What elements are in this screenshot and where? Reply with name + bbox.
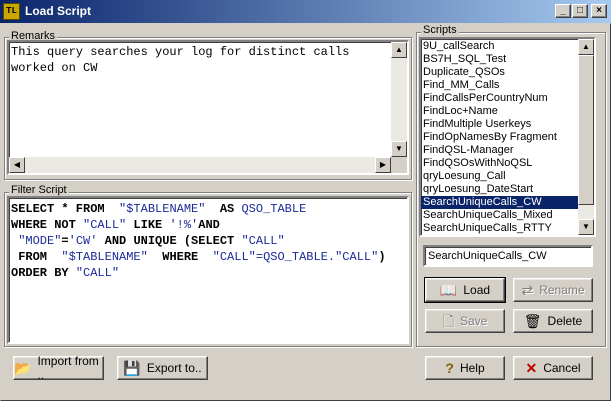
script-list-item[interactable]: qryLoesung_DateStart (421, 183, 579, 196)
sql-token: = (61, 234, 69, 248)
sql-token: AND UNIQUE (SELECT (97, 234, 242, 248)
remarks-scroll-left-icon[interactable]: ◀ (9, 157, 25, 173)
help-icon: ? (445, 360, 454, 376)
filter-label: Filter Script (9, 184, 69, 196)
floppy-disk-icon: 💾 (123, 360, 141, 376)
script-list-item[interactable]: Find_MM_Calls (421, 79, 579, 92)
sql-line: ORDER BY "CALL" (11, 265, 407, 281)
minimize-button[interactable]: _ (555, 4, 571, 18)
cancel-button[interactable]: ✕ Cancel (513, 356, 593, 380)
export-button[interactable]: 💾 Export to.. (117, 356, 208, 380)
sql-token: "$TABLENAME" (61, 250, 148, 264)
open-folder-icon: 📂 (14, 360, 32, 376)
filter-script-editor[interactable]: SELECT * FROM "$TABLENAME" AS QSO_TABLE W… (7, 196, 409, 344)
sql-token: WHERE (147, 250, 213, 264)
script-list-item[interactable]: FindLoc+Name (421, 105, 579, 118)
script-list: 9U_callSearch BS7H_SQL_Test Duplicate_QSOs… (421, 40, 579, 235)
title-bar[interactable]: TL Load Script _ □ × (0, 0, 611, 23)
script-list-item[interactable]: SearchUniqueCalls_Mixed (421, 209, 579, 222)
list-scroll-thumb[interactable] (578, 55, 594, 205)
script-list-item[interactable]: Duplicate_QSOs (421, 66, 579, 79)
remarks-scroll-down-icon[interactable]: ▼ (391, 141, 407, 157)
window-title: Load Script (25, 4, 92, 18)
help-button[interactable]: ? Help (425, 356, 505, 380)
sql-token: "CALL" (241, 234, 285, 248)
sql-token: "CALL" (212, 250, 256, 264)
remarks-hscroll[interactable] (9, 157, 391, 173)
remarks-text: This query searches your log for distinc… (11, 45, 350, 75)
sql-token: "MODE" (18, 234, 62, 248)
sql-token: LIKE (126, 218, 170, 232)
sql-token: "CALL" (335, 250, 379, 264)
trash-icon: 🗑 (523, 313, 542, 329)
remarks-scroll-right-icon[interactable]: ▶ (375, 157, 391, 173)
import-button[interactable]: 📂 Import from .. (13, 354, 104, 382)
delete-button[interactable]: 🗑 Delete (513, 309, 593, 333)
script-list-item[interactable]: qryLoesung_Call (421, 170, 579, 183)
sql-line: "MODE"='CW' AND UNIQUE (SELECT "CALL" (11, 233, 407, 249)
sql-token: AS (205, 202, 242, 216)
script-list-item[interactable]: BS7H_SQL_Test (421, 53, 579, 66)
sql-token: QSO_TABLE (241, 202, 307, 216)
script-list-item[interactable]: FindQSOsWithNoQSL (421, 157, 579, 170)
sql-token: SELECT * FROM (11, 202, 120, 216)
sql-line: FROM "$TABLENAME" WHERE "CALL"=QSO_TABLE… (11, 249, 407, 265)
sql-token: "$TABLENAME" (119, 202, 206, 216)
script-listbox[interactable]: 9U_callSearch BS7H_SQL_Test Duplicate_QSOs… (419, 37, 596, 237)
rename-icon: ⇄ (521, 282, 534, 298)
cancel-x-icon: ✕ (525, 360, 538, 376)
app-icon: TL (3, 3, 20, 20)
sql-line: WHERE NOT "CALL" LIKE '!%'AND (11, 217, 407, 233)
script-list-item[interactable]: FindQSL-Manager (421, 144, 579, 157)
remarks-scroll-up-icon[interactable]: ▲ (391, 42, 407, 58)
script-name-input[interactable]: SearchUniqueCalls_CW (423, 245, 593, 267)
sql-token: 'CW' (68, 234, 98, 248)
list-scroll-up-icon[interactable]: ▲ (578, 39, 594, 55)
script-list-item[interactable]: 9U_callSearch (421, 40, 579, 53)
save-icon: 🗋 (442, 313, 454, 329)
sql-token: "CALL" (83, 218, 127, 232)
scripts-label: Scripts (421, 24, 459, 36)
sql-token: "CALL" (75, 266, 120, 280)
script-list-item[interactable]: SearchUniqueCalls_RTTY (421, 222, 579, 235)
sql-token: =QSO_TABLE. (255, 250, 336, 264)
list-scroll-down-icon[interactable]: ▼ (578, 219, 594, 235)
sql-token: ) (378, 250, 386, 264)
sql-token: WHERE NOT (11, 218, 84, 232)
sql-token: AND (198, 218, 220, 232)
close-button[interactable]: × (591, 4, 607, 18)
remarks-vscroll[interactable] (391, 42, 407, 157)
save-button[interactable]: 🗋 Save (425, 309, 505, 333)
script-list-item[interactable]: SearchUniqueCalls_CW (421, 196, 579, 209)
sql-token: '!%' (169, 218, 199, 232)
load-icon: 📖 (439, 282, 458, 298)
remarks-textarea[interactable]: This query searches your log for distinc… (7, 40, 409, 175)
sql-line: SELECT * FROM "$TABLENAME" AS QSO_TABLE (11, 201, 407, 217)
script-list-item[interactable]: FindOpNamesBy Fragment (421, 131, 579, 144)
script-list-item[interactable]: FindMultiple Userkeys (421, 118, 579, 131)
scroll-corner (391, 157, 407, 173)
rename-button[interactable]: ⇄ Rename (513, 278, 593, 302)
sql-token: ORDER BY (11, 266, 76, 280)
maximize-button[interactable]: □ (572, 4, 588, 18)
sql-token: FROM (11, 250, 62, 264)
script-list-item[interactable]: FindCallsPerCountryNum (421, 92, 579, 105)
load-button[interactable]: 📖 Load (424, 277, 506, 303)
